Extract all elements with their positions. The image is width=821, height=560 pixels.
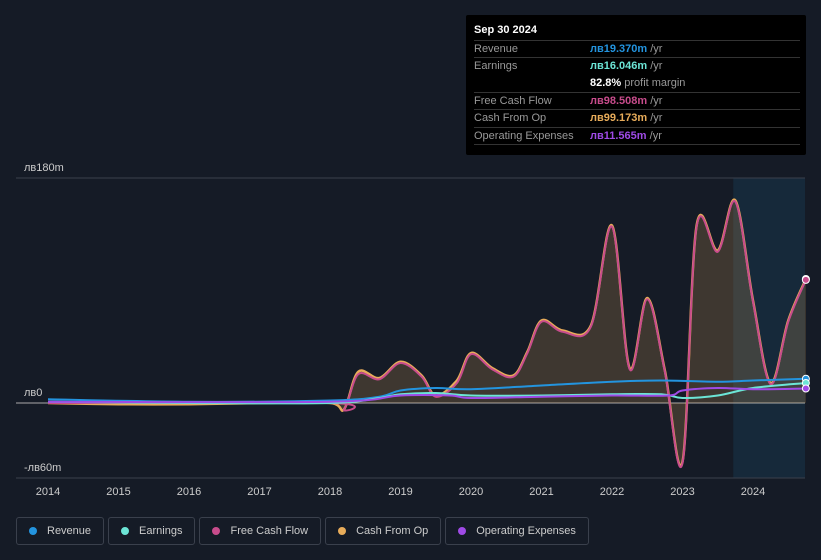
tooltip-row: Operating Expenses лв11.565m /yr <box>474 126 800 145</box>
x-tick-label: 2022 <box>600 486 624 498</box>
x-tick-label: 2018 <box>318 486 342 498</box>
tooltip-row: Earnings лв16.046m /yr <box>474 57 800 75</box>
legend-dot-icon <box>29 527 37 535</box>
legend-dot-icon <box>121 527 130 535</box>
x-tick-label: 2015 <box>106 486 130 498</box>
tooltip-row: Free Cash Flow лв98.508m /yr <box>474 91 800 110</box>
tooltip-date: Sep 30 2024 <box>474 24 537 36</box>
legend-dot-icon <box>338 527 347 535</box>
legend-item-revenue[interactable]: Revenue <box>16 517 105 545</box>
x-tick-label: 2021 <box>529 486 553 498</box>
tooltip-label: Revenue <box>474 43 519 55</box>
tooltip-value: лв16.046m /yr <box>590 60 663 73</box>
x-tick-label: 2014 <box>36 486 60 498</box>
tooltip: Sep 30 2024 Revenue лв19.370m /yr Earnings… <box>466 15 806 155</box>
legend-label: Revenue <box>47 525 92 537</box>
tooltip-label: Operating Expenses <box>474 129 574 142</box>
legend-label: Earnings <box>139 525 183 537</box>
series-area-cash-from-op <box>48 199 806 466</box>
legend: Revenue Earnings Free Cash Flow Cash From O… <box>16 517 589 545</box>
legend-item-cash-from-op[interactable]: Cash From Op <box>325 517 442 545</box>
tooltip-label: Earnings <box>474 60 518 73</box>
tooltip-value: лв11.565m /yr <box>590 129 662 142</box>
x-tick-label: 2019 <box>388 486 412 498</box>
tooltip-value: лв99.173m /yr <box>590 112 663 125</box>
legend-dot-icon <box>212 527 221 535</box>
legend-item-earnings[interactable]: Earnings <box>108 517 196 545</box>
tooltip-label: Free Cash Flow <box>474 94 552 107</box>
y-tick-label: -лв60m <box>24 462 61 474</box>
tooltip-value: лв19.370m /yr <box>590 43 663 55</box>
x-tick-label: 2016 <box>177 486 201 498</box>
chart-container: лв180m лв0 -лв60m 2014 2015 2016 2017 2018 2019 2… <box>0 0 821 560</box>
tooltip-row: 82.8% profit margin <box>474 75 800 92</box>
tooltip-value: лв98.508m /yr <box>590 94 663 107</box>
series-endpoint-free-cash-flow <box>801 275 810 284</box>
x-tick-label: 2023 <box>670 486 694 498</box>
legend-dot-icon <box>458 527 467 535</box>
tooltip-value: 82.8% profit margin <box>590 76 686 89</box>
tooltip-row: Revenue лв19.370m /yr <box>474 40 800 58</box>
series-endpoint-operating-expenses <box>801 384 810 393</box>
tooltip-divider <box>474 143 800 162</box>
tooltip-label: Cash From Op <box>474 112 547 125</box>
x-tick-label: 2024 <box>741 486 765 498</box>
tooltip-row: Cash From Op лв99.173m /yr <box>474 109 800 127</box>
legend-item-operating-expenses[interactable]: Operating Expenses <box>445 517 589 545</box>
legend-label: Cash From Op <box>356 525 429 537</box>
legend-item-free-cash-flow[interactable]: Free Cash Flow <box>199 517 322 545</box>
y-tick-label: лв0 <box>24 387 42 399</box>
x-tick-label: 2017 <box>247 486 271 498</box>
x-tick-label: 2020 <box>459 486 483 498</box>
y-tick-label: лв180m <box>24 162 64 174</box>
legend-label: Operating Expenses <box>476 525 576 537</box>
legend-label: Free Cash Flow <box>230 525 309 537</box>
